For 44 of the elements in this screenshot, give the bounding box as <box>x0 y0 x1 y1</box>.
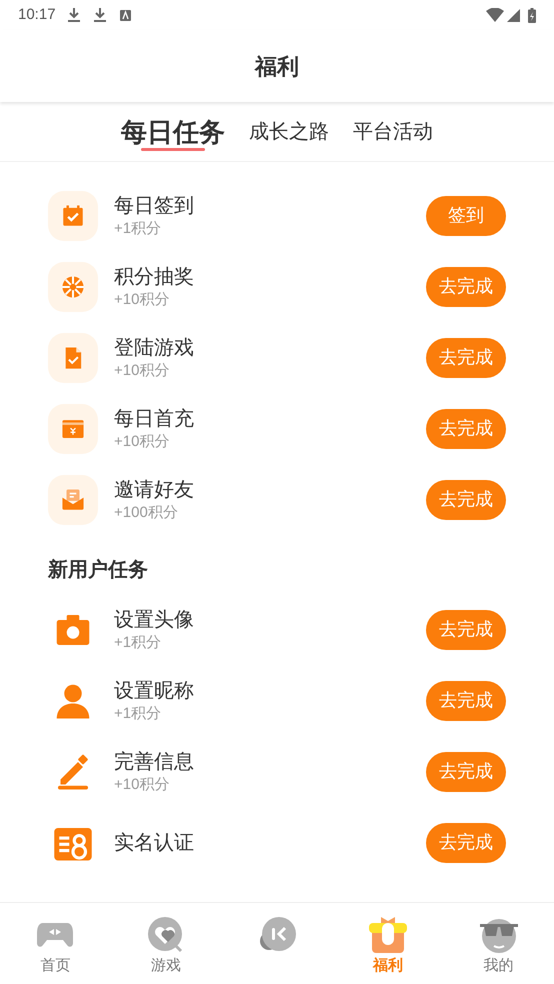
gift-icon <box>368 915 408 955</box>
section-title: 新用户任务 <box>48 558 148 583</box>
task-reward: +1积分 <box>114 704 162 724</box>
task-button[interactable]: 去完成 <box>426 822 506 862</box>
task-button[interactable]: 去完成 <box>426 266 506 306</box>
download-icon <box>68 8 80 22</box>
task-title: 设置头像 <box>114 608 195 632</box>
task-title: 实名认证 <box>114 830 195 856</box>
download-icon <box>94 8 106 22</box>
keyboard-icon <box>120 10 131 20</box>
task-reward: +10积分 <box>114 290 170 310</box>
task-reward: +10积分 <box>114 360 170 380</box>
wheel-icon <box>60 274 86 300</box>
tab[interactable]: 平台活动 <box>353 117 433 147</box>
signal-icon <box>507 8 520 22</box>
task-reward: +10积分 <box>114 774 170 794</box>
nav-tab[interactable]: 福利 <box>332 903 444 984</box>
task-title: 每日签到 <box>114 194 195 218</box>
task-reward: +1积分 <box>114 632 162 652</box>
task-title: 邀请好友 <box>114 478 195 502</box>
task-title: 设置昵称 <box>114 678 195 704</box>
task-button[interactable]: 去完成 <box>426 408 506 448</box>
task-button[interactable]: 去完成 <box>426 338 506 378</box>
task-title: 完善信息 <box>114 750 195 774</box>
task-title: 每日首充 <box>114 406 195 432</box>
task-reward: +100积分 <box>114 502 179 522</box>
nav-tab[interactable]: 游戏 <box>110 903 222 984</box>
battery-icon <box>528 8 536 22</box>
task-button[interactable]: 去完成 <box>426 480 506 520</box>
status-time: 10:17 <box>18 4 56 25</box>
nav-tab[interactable]: 首页 <box>0 903 111 984</box>
task-title: 积分抽奖 <box>114 264 195 290</box>
task-button[interactable]: 去完成 <box>426 610 506 650</box>
task-button[interactable]: 去完成 <box>426 680 506 720</box>
nav-tab[interactable]: 我的 <box>443 903 554 984</box>
task-reward: +1积分 <box>114 218 162 238</box>
page-title: 福利 <box>255 52 299 80</box>
task-button[interactable]: 签到 <box>426 196 506 236</box>
task-reward: +10积分 <box>114 432 170 452</box>
tab[interactable]: 成长之路 <box>249 117 329 147</box>
envelope-icon <box>60 486 86 512</box>
task-title: 登陆游戏 <box>114 336 195 360</box>
wifi-icon <box>486 8 504 22</box>
task-button[interactable]: 去完成 <box>426 752 506 792</box>
